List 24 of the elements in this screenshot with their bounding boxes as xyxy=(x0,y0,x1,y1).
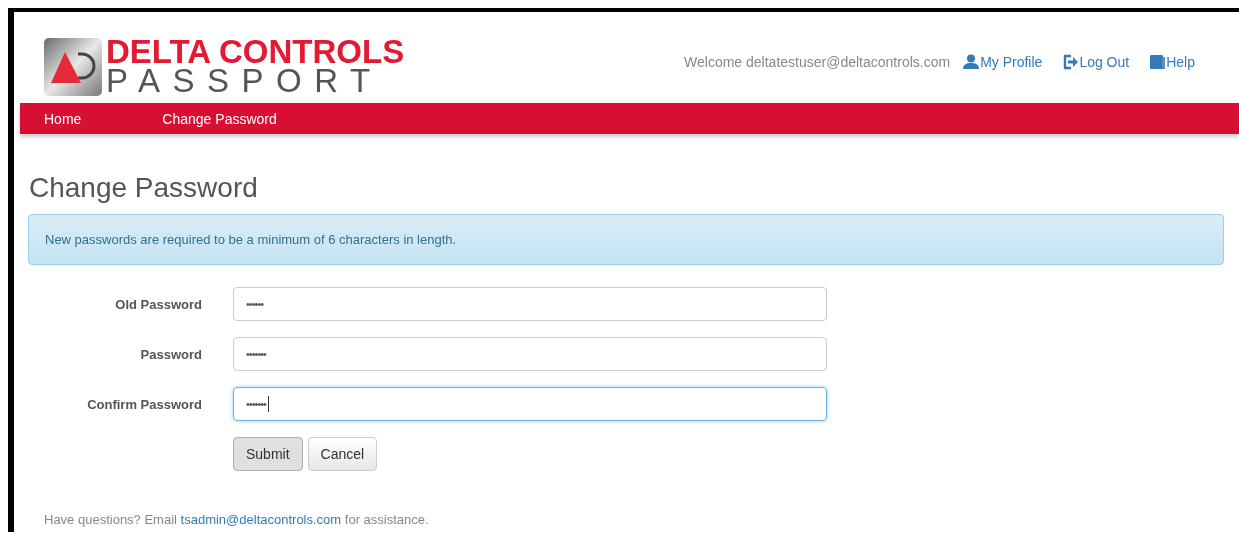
password-field[interactable]: •••••• xyxy=(233,287,827,321)
nav-link[interactable]: Home xyxy=(44,110,82,127)
logo-subtitle: PASSPORT xyxy=(106,65,383,96)
header-link[interactable]: Help xyxy=(1149,53,1195,70)
book-icon xyxy=(1149,53,1166,70)
info-alert: New passwords are required to be a minimum of 6 characters in length. xyxy=(28,214,1224,265)
field-label: Old Password xyxy=(114,296,202,312)
field-label: Password xyxy=(139,346,202,362)
submit-button[interactable]: Submit xyxy=(233,437,303,471)
cancel-button[interactable]: Cancel xyxy=(307,437,378,471)
page-title: Change Password xyxy=(29,172,259,204)
email-link[interactable]: tsadmin@deltacontrols.com xyxy=(180,512,342,527)
field-label: Confirm Password xyxy=(86,396,202,412)
exit-icon xyxy=(1062,53,1079,70)
password-field[interactable]: ••••••• xyxy=(233,387,827,421)
logo-title: DELTA CONTROLS xyxy=(106,37,405,66)
password-field[interactable]: ••••••• xyxy=(233,337,827,371)
nav-link[interactable]: Change Password xyxy=(162,110,277,127)
header-link[interactable]: My Profile xyxy=(963,53,1043,70)
welcome-text: Welcome deltatestuser@deltacontrols.com xyxy=(684,53,951,70)
help-text: Have questions? Email tsadmin@deltacontrols.com for assistance. xyxy=(44,512,430,527)
person-icon xyxy=(963,53,980,70)
logo-icon xyxy=(44,37,102,96)
header-link[interactable]: Log Out xyxy=(1062,53,1130,70)
